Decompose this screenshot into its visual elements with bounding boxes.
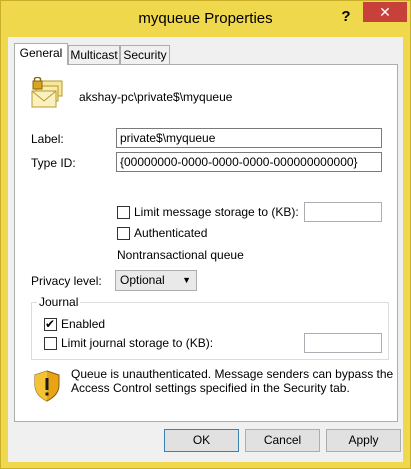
general-panel: akshay-pc\private$\myqueue Label: privat… bbox=[14, 64, 398, 422]
journal-enabled-checkbox[interactable] bbox=[44, 316, 57, 332]
title-bar[interactable]: myqueue Properties ? ✕ bbox=[1, 1, 410, 37]
limit-storage-input[interactable] bbox=[304, 202, 382, 222]
close-button[interactable]: ✕ bbox=[363, 2, 407, 22]
chevron-down-icon: ▼ bbox=[182, 275, 191, 285]
journal-limit-label: Limit journal storage to (KB): bbox=[61, 336, 214, 350]
shield-warning-icon bbox=[34, 370, 60, 402]
tab-general[interactable]: General bbox=[14, 43, 68, 65]
label-caption: Label: bbox=[31, 132, 64, 146]
authenticated-label: Authenticated bbox=[134, 226, 208, 240]
typeid-field[interactable]: {00000000-0000-0000-0000-000000000000} bbox=[116, 152, 382, 172]
warning-text-line2: Access Control settings specified in the… bbox=[71, 381, 350, 395]
typeid-caption: Type ID: bbox=[31, 156, 76, 170]
queue-path: akshay-pc\private$\myqueue bbox=[79, 90, 233, 104]
journal-enabled-label: Enabled bbox=[61, 317, 106, 331]
warning-text-line1: Queue is unauthenticated. Message sender… bbox=[71, 367, 394, 381]
journal-limit-input[interactable] bbox=[304, 333, 382, 353]
cancel-button[interactable]: Cancel bbox=[245, 429, 320, 452]
properties-window: myqueue Properties ? ✕ General Multicast… bbox=[0, 0, 411, 469]
journal-group-title: Journal bbox=[37, 295, 81, 309]
authenticated-checkbox[interactable] bbox=[117, 227, 130, 240]
dialog-client: General Multicast Security akshay-pc\pri… bbox=[8, 37, 403, 462]
tab-security[interactable]: Security bbox=[120, 45, 170, 64]
privacy-level-value: Optional bbox=[120, 273, 165, 287]
limit-storage-label: Limit message storage to (KB): bbox=[134, 205, 299, 219]
tab-multicast[interactable]: Multicast bbox=[68, 45, 120, 64]
privacy-caption: Privacy level: bbox=[31, 274, 102, 288]
transactional-status: Nontransactional queue bbox=[117, 248, 244, 262]
journal-limit-checkbox[interactable] bbox=[44, 337, 57, 350]
help-button[interactable]: ? bbox=[331, 6, 361, 28]
privacy-level-select[interactable]: Optional ▼ bbox=[115, 270, 197, 291]
apply-button[interactable]: Apply bbox=[326, 429, 401, 452]
ok-button[interactable]: OK bbox=[164, 429, 239, 452]
limit-storage-checkbox[interactable] bbox=[117, 206, 130, 219]
queue-envelopes-icon bbox=[31, 77, 63, 108]
label-field[interactable]: private$\myqueue bbox=[116, 128, 382, 148]
